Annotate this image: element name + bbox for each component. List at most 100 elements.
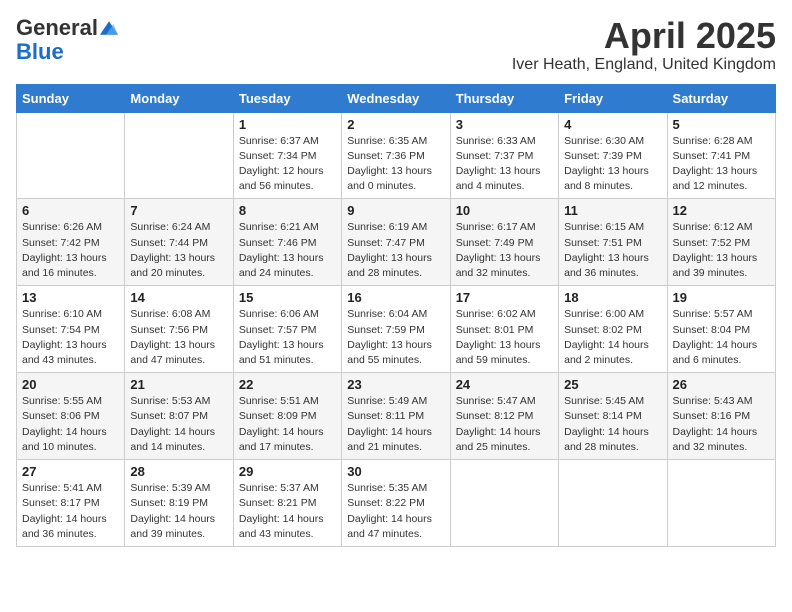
calendar-header-row: SundayMondayTuesdayWednesdayThursdayFrid… — [17, 84, 776, 112]
day-number: 7 — [130, 203, 227, 218]
header-thursday: Thursday — [450, 84, 558, 112]
logo: General Blue — [16, 16, 118, 64]
calendar-cell: 17Sunrise: 6:02 AMSunset: 8:01 PMDayligh… — [450, 286, 558, 373]
calendar-table: SundayMondayTuesdayWednesdayThursdayFrid… — [16, 84, 776, 547]
calendar-cell: 28 Sunrise: 5:39 AMSunset: 8:19 PMDayligh… — [125, 460, 233, 547]
day-number: 5 — [673, 117, 770, 132]
calendar-cell: 9 Sunrise: 6:19 AMSunset: 7:47 PMDaylight… — [342, 199, 450, 286]
day-info: Sunrise: 6:19 AMSunset: 7:47 PMDaylight:… — [347, 220, 444, 281]
calendar-cell: 2 Sunrise: 6:35 AMSunset: 7:36 PMDaylight… — [342, 112, 450, 199]
calendar-cell: 8Sunrise: 6:21 AMSunset: 7:46 PMDaylight… — [233, 199, 341, 286]
day-info: Sunrise: 6:02 AMSunset: 8:01 PMDaylight:… — [456, 307, 553, 368]
day-number: 1 — [239, 117, 336, 132]
day-info: Sunrise: 5:51 AMSunset: 8:09 PMDaylight:… — [239, 394, 336, 455]
day-info: Sunrise: 6:24 AMSunset: 7:44 PMDaylight:… — [130, 220, 227, 281]
calendar-cell: 7 Sunrise: 6:24 AMSunset: 7:44 PMDaylight… — [125, 199, 233, 286]
day-number: 20 — [22, 377, 119, 392]
calendar-cell — [125, 112, 233, 199]
day-number: 9 — [347, 203, 444, 218]
calendar-week-row: 1 Sunrise: 6:37 AMSunset: 7:34 PMDaylight… — [17, 112, 776, 199]
day-info: Sunrise: 6:21 AMSunset: 7:46 PMDaylight:… — [239, 220, 336, 281]
day-info: Sunrise: 5:53 AMSunset: 8:07 PMDaylight:… — [130, 394, 227, 455]
day-info: Sunrise: 6:04 AMSunset: 7:59 PMDaylight:… — [347, 307, 444, 368]
calendar-cell: 18 Sunrise: 6:00 AMSunset: 8:02 PMDayligh… — [559, 286, 667, 373]
header-tuesday: Tuesday — [233, 84, 341, 112]
day-info: Sunrise: 5:47 AMSunset: 8:12 PMDaylight:… — [456, 394, 553, 455]
day-info: Sunrise: 5:45 AMSunset: 8:14 PMDaylight:… — [564, 394, 661, 455]
day-info: Sunrise: 5:55 AMSunset: 8:06 PMDaylight:… — [22, 394, 119, 455]
day-number: 14 — [130, 290, 227, 305]
day-number: 30 — [347, 464, 444, 479]
calendar-cell: 15Sunrise: 6:06 AMSunset: 7:57 PMDayligh… — [233, 286, 341, 373]
calendar-cell: 12 Sunrise: 6:12 AMSunset: 7:52 PMDayligh… — [667, 199, 775, 286]
day-number: 28 — [130, 464, 227, 479]
calendar-cell: 16 Sunrise: 6:04 AMSunset: 7:59 PMDayligh… — [342, 286, 450, 373]
logo-blue-text: Blue — [16, 40, 64, 64]
day-number: 4 — [564, 117, 661, 132]
day-info: Sunrise: 5:39 AMSunset: 8:19 PMDaylight:… — [130, 481, 227, 542]
day-info: Sunrise: 5:37 AMSunset: 8:21 PMDaylight:… — [239, 481, 336, 542]
calendar-cell: 3 Sunrise: 6:33 AMSunset: 7:37 PMDaylight… — [450, 112, 558, 199]
calendar-title: April 2025 — [512, 16, 776, 56]
calendar-cell — [450, 460, 558, 547]
day-info: Sunrise: 6:28 AMSunset: 7:41 PMDaylight:… — [673, 134, 770, 195]
day-number: 15 — [239, 290, 336, 305]
day-info: Sunrise: 5:57 AMSunset: 8:04 PMDaylight:… — [673, 307, 770, 368]
header-sunday: Sunday — [17, 84, 125, 112]
calendar-cell: 26 Sunrise: 5:43 AMSunset: 8:16 PMDayligh… — [667, 373, 775, 460]
day-info: Sunrise: 6:00 AMSunset: 8:02 PMDaylight:… — [564, 307, 661, 368]
calendar-subtitle: Iver Heath, England, United Kingdom — [512, 56, 776, 74]
calendar-cell: 22 Sunrise: 5:51 AMSunset: 8:09 PMDayligh… — [233, 373, 341, 460]
calendar-cell — [559, 460, 667, 547]
calendar-cell: 14 Sunrise: 6:08 AMSunset: 7:56 PMDayligh… — [125, 286, 233, 373]
day-info: Sunrise: 5:49 AMSunset: 8:11 PMDaylight:… — [347, 394, 444, 455]
day-number: 10 — [456, 203, 553, 218]
calendar-cell — [667, 460, 775, 547]
calendar-cell: 30 Sunrise: 5:35 AMSunset: 8:22 PMDayligh… — [342, 460, 450, 547]
calendar-cell: 27Sunrise: 5:41 AMSunset: 8:17 PMDayligh… — [17, 460, 125, 547]
day-number: 12 — [673, 203, 770, 218]
day-number: 2 — [347, 117, 444, 132]
header-saturday: Saturday — [667, 84, 775, 112]
header-monday: Monday — [125, 84, 233, 112]
day-number: 22 — [239, 377, 336, 392]
day-number: 25 — [564, 377, 661, 392]
day-number: 16 — [347, 290, 444, 305]
calendar-cell: 10 Sunrise: 6:17 AMSunset: 7:49 PMDayligh… — [450, 199, 558, 286]
logo-general-text: General — [16, 16, 98, 40]
calendar-cell: 19Sunrise: 5:57 AMSunset: 8:04 PMDayligh… — [667, 286, 775, 373]
day-info: Sunrise: 5:41 AMSunset: 8:17 PMDaylight:… — [22, 481, 119, 542]
calendar-cell: 23 Sunrise: 5:49 AMSunset: 8:11 PMDayligh… — [342, 373, 450, 460]
title-block: April 2025 Iver Heath, England, United K… — [512, 16, 776, 74]
day-info: Sunrise: 5:43 AMSunset: 8:16 PMDaylight:… — [673, 394, 770, 455]
calendar-week-row: 6 Sunrise: 6:26 AMSunset: 7:42 PMDaylight… — [17, 199, 776, 286]
page-header: General Blue April 2025 Iver Heath, Engl… — [16, 16, 776, 74]
calendar-cell: 1 Sunrise: 6:37 AMSunset: 7:34 PMDaylight… — [233, 112, 341, 199]
calendar-week-row: 13Sunrise: 6:10 AMSunset: 7:54 PMDayligh… — [17, 286, 776, 373]
calendar-cell: 24 Sunrise: 5:47 AMSunset: 8:12 PMDayligh… — [450, 373, 558, 460]
day-number: 3 — [456, 117, 553, 132]
day-info: Sunrise: 5:35 AMSunset: 8:22 PMDaylight:… — [347, 481, 444, 542]
day-info: Sunrise: 6:35 AMSunset: 7:36 PMDaylight:… — [347, 134, 444, 195]
day-info: Sunrise: 6:12 AMSunset: 7:52 PMDaylight:… — [673, 220, 770, 281]
calendar-cell — [17, 112, 125, 199]
calendar-cell: 21 Sunrise: 5:53 AMSunset: 8:07 PMDayligh… — [125, 373, 233, 460]
day-info: Sunrise: 6:33 AMSunset: 7:37 PMDaylight:… — [456, 134, 553, 195]
calendar-cell: 13Sunrise: 6:10 AMSunset: 7:54 PMDayligh… — [17, 286, 125, 373]
day-info: Sunrise: 6:08 AMSunset: 7:56 PMDaylight:… — [130, 307, 227, 368]
calendar-cell: 4Sunrise: 6:30 AMSunset: 7:39 PMDaylight… — [559, 112, 667, 199]
day-info: Sunrise: 6:26 AMSunset: 7:42 PMDaylight:… — [22, 220, 119, 281]
day-number: 18 — [564, 290, 661, 305]
day-number: 24 — [456, 377, 553, 392]
day-number: 21 — [130, 377, 227, 392]
header-wednesday: Wednesday — [342, 84, 450, 112]
calendar-week-row: 27Sunrise: 5:41 AMSunset: 8:17 PMDayligh… — [17, 460, 776, 547]
calendar-cell: 29Sunrise: 5:37 AMSunset: 8:21 PMDayligh… — [233, 460, 341, 547]
day-number: 26 — [673, 377, 770, 392]
calendar-cell: 11Sunrise: 6:15 AMSunset: 7:51 PMDayligh… — [559, 199, 667, 286]
day-info: Sunrise: 6:37 AMSunset: 7:34 PMDaylight:… — [239, 134, 336, 195]
day-number: 6 — [22, 203, 119, 218]
day-number: 23 — [347, 377, 444, 392]
day-info: Sunrise: 6:17 AMSunset: 7:49 PMDaylight:… — [456, 220, 553, 281]
header-friday: Friday — [559, 84, 667, 112]
